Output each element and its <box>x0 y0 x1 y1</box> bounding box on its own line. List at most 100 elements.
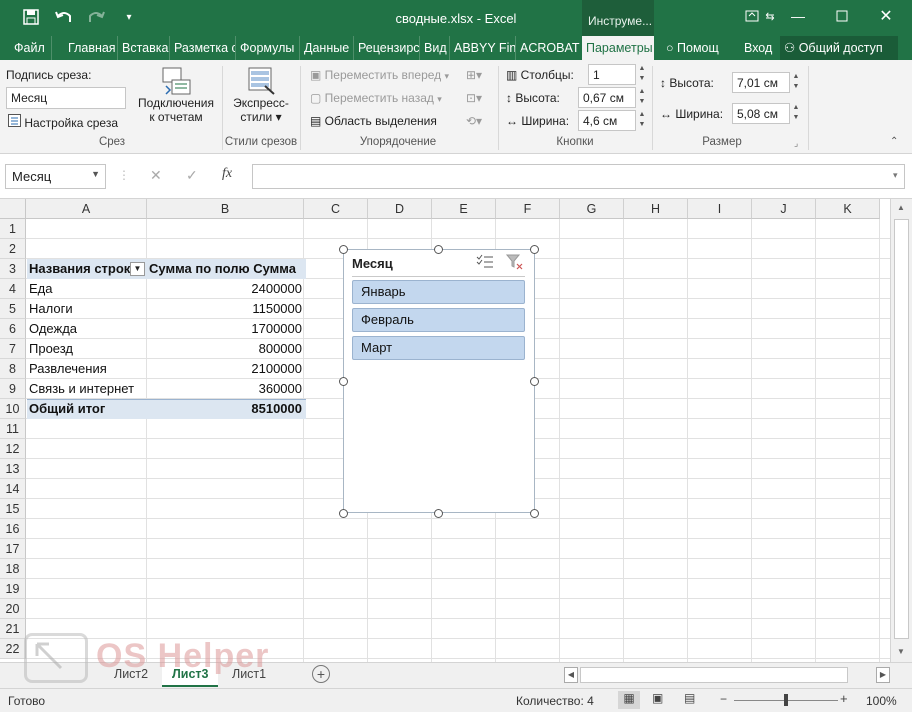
horizontal-scroll-thumb[interactable] <box>580 667 848 683</box>
row-header[interactable]: 21 <box>0 619 26 639</box>
cancel-icon[interactable]: ✕ <box>150 167 162 184</box>
resize-handle[interactable] <box>530 245 539 254</box>
column-header[interactable]: D <box>368 199 432 219</box>
pivot-row-value[interactable]: 1150000 <box>149 299 305 319</box>
formula-input[interactable] <box>252 164 905 189</box>
tab-acrobat[interactable]: ACROBAT <box>516 36 582 60</box>
hscroll-right-icon[interactable]: ▶ <box>876 667 890 683</box>
pivot-row-value[interactable]: 2100000 <box>149 359 305 379</box>
row-header[interactable]: 5 <box>0 299 26 319</box>
close-button[interactable]: ✕ <box>868 0 904 32</box>
tab-options[interactable]: Параметры <box>582 36 654 60</box>
size-height-spinner[interactable]: ▲ ▼ <box>790 72 802 93</box>
page-break-view-icon[interactable]: ▤ <box>684 691 695 705</box>
customize-toolbar-icon[interactable]: ▾ <box>118 6 140 28</box>
column-header[interactable]: K <box>816 199 880 219</box>
button-height-spinner[interactable]: ▲ ▼ <box>636 87 648 108</box>
selection-pane-button[interactable]: ▤ Область выделения <box>310 114 437 128</box>
zoom-level[interactable]: 100% <box>866 694 897 708</box>
select-all-corner[interactable] <box>0 199 26 219</box>
pivot-sum-header[interactable]: Сумма по полю Сумма <box>149 259 305 279</box>
row-header[interactable]: 16 <box>0 519 26 539</box>
pivot-row-label[interactable]: Еда <box>29 279 147 299</box>
resize-handle[interactable] <box>530 377 539 386</box>
resize-handle[interactable] <box>339 377 348 386</box>
tab-insert[interactable]: Вставка <box>118 36 170 60</box>
tab-formulas[interactable]: Формулы <box>236 36 300 60</box>
scroll-down-icon[interactable]: ▼ <box>897 647 905 656</box>
save-icon[interactable] <box>20 6 42 28</box>
filter-dropdown-icon[interactable]: ▼ <box>130 262 145 276</box>
quick-styles-button[interactable]: Экспресс- стили ▾ <box>226 66 296 136</box>
row-header[interactable]: 1 <box>0 219 26 239</box>
send-backward-button[interactable]: ▢ Переместить назад ▾ <box>310 91 442 105</box>
button-width-input[interactable] <box>578 110 636 131</box>
row-header[interactable]: 4 <box>0 279 26 299</box>
tab-page-layout[interactable]: Разметка с <box>170 36 236 60</box>
tab-file[interactable]: Файл <box>10 36 52 60</box>
hscroll-left-icon[interactable]: ◀ <box>564 667 578 683</box>
row-header[interactable]: 10 <box>0 399 26 419</box>
expand-formula-bar-icon[interactable]: ▾ <box>893 170 898 181</box>
pivot-row-value[interactable]: 1700000 <box>149 319 305 339</box>
row-header[interactable]: 3 <box>0 259 26 279</box>
enter-icon[interactable]: ✓ <box>186 167 198 184</box>
resize-handle[interactable] <box>434 245 443 254</box>
chevron-down-icon[interactable]: ▼ <box>91 169 100 179</box>
tab-abbyy[interactable]: ABBYY Fin <box>450 36 516 60</box>
pivot-row-value[interactable]: 2400000 <box>149 279 305 299</box>
columns-spinner[interactable]: ▲ ▼ <box>636 64 648 85</box>
pivot-row-label[interactable]: Проезд <box>29 339 147 359</box>
scroll-thumb[interactable] <box>894 219 909 639</box>
resize-handle[interactable] <box>339 245 348 254</box>
size-dialog-launcher[interactable]: ⌟ <box>794 138 798 149</box>
resize-handle[interactable] <box>434 509 443 518</box>
column-header[interactable]: B <box>147 199 304 219</box>
sign-in-link[interactable]: Вход <box>740 36 776 60</box>
row-header[interactable]: 12 <box>0 439 26 459</box>
pivot-row-value[interactable]: 360000 <box>149 379 305 399</box>
maximize-button[interactable] <box>824 0 860 32</box>
row-header[interactable]: 2 <box>0 239 26 259</box>
size-height-input[interactable] <box>732 72 790 93</box>
resize-handle[interactable] <box>530 509 539 518</box>
row-header[interactable]: 18 <box>0 559 26 579</box>
pivot-row-value[interactable]: 800000 <box>149 339 305 359</box>
collapse-ribbon-icon[interactable]: ⌃ <box>890 136 898 147</box>
redo-icon[interactable] <box>84 6 108 28</box>
column-header[interactable]: C <box>304 199 368 219</box>
pivot-total-value[interactable]: 8510000 <box>149 399 305 419</box>
multi-select-icon[interactable] <box>476 254 494 273</box>
slicer-item-february[interactable]: Февраль <box>352 308 525 332</box>
columns-input[interactable] <box>588 64 636 85</box>
align-icon[interactable]: ⊞▾ <box>466 68 482 82</box>
slicer-caption-input[interactable] <box>6 87 126 109</box>
pivot-row-label[interactable]: Одежда <box>29 319 147 339</box>
zoom-in-button[interactable]: + <box>840 691 848 706</box>
tab-view[interactable]: Вид <box>420 36 450 60</box>
pivot-row-labels-header[interactable]: Названия строк <box>29 259 145 279</box>
tab-data[interactable]: Данные <box>300 36 354 60</box>
pivot-row-label[interactable]: Развлечения <box>29 359 147 379</box>
slicer-item-march[interactable]: Март <box>352 336 525 360</box>
tell-me-box[interactable]: ○ Помощ <box>662 36 734 60</box>
normal-view-icon[interactable]: ▦ <box>618 691 640 709</box>
row-header[interactable]: 9 <box>0 379 26 399</box>
bring-forward-button[interactable]: ▣ Переместить вперед ▾ <box>310 68 449 82</box>
column-header[interactable]: A <box>26 199 147 219</box>
row-header[interactable]: 20 <box>0 599 26 619</box>
button-width-spinner[interactable]: ▲ ▼ <box>636 110 648 131</box>
row-header[interactable]: 17 <box>0 539 26 559</box>
resize-handle[interactable] <box>339 509 348 518</box>
share-button[interactable]: ⚇ Общий доступ <box>780 36 898 60</box>
minimize-button[interactable]: — <box>780 0 816 32</box>
tab-home[interactable]: Главная <box>64 36 118 60</box>
slicer-settings-button[interactable]: Настройка среза <box>8 114 118 130</box>
row-header[interactable]: 13 <box>0 459 26 479</box>
column-header[interactable]: E <box>432 199 496 219</box>
slicer-panel[interactable]: Месяц Январь Февраль Март <box>343 249 535 513</box>
row-header[interactable]: 22 <box>0 639 26 659</box>
column-header[interactable]: G <box>560 199 624 219</box>
row-header[interactable]: 14 <box>0 479 26 499</box>
row-header[interactable]: 7 <box>0 339 26 359</box>
